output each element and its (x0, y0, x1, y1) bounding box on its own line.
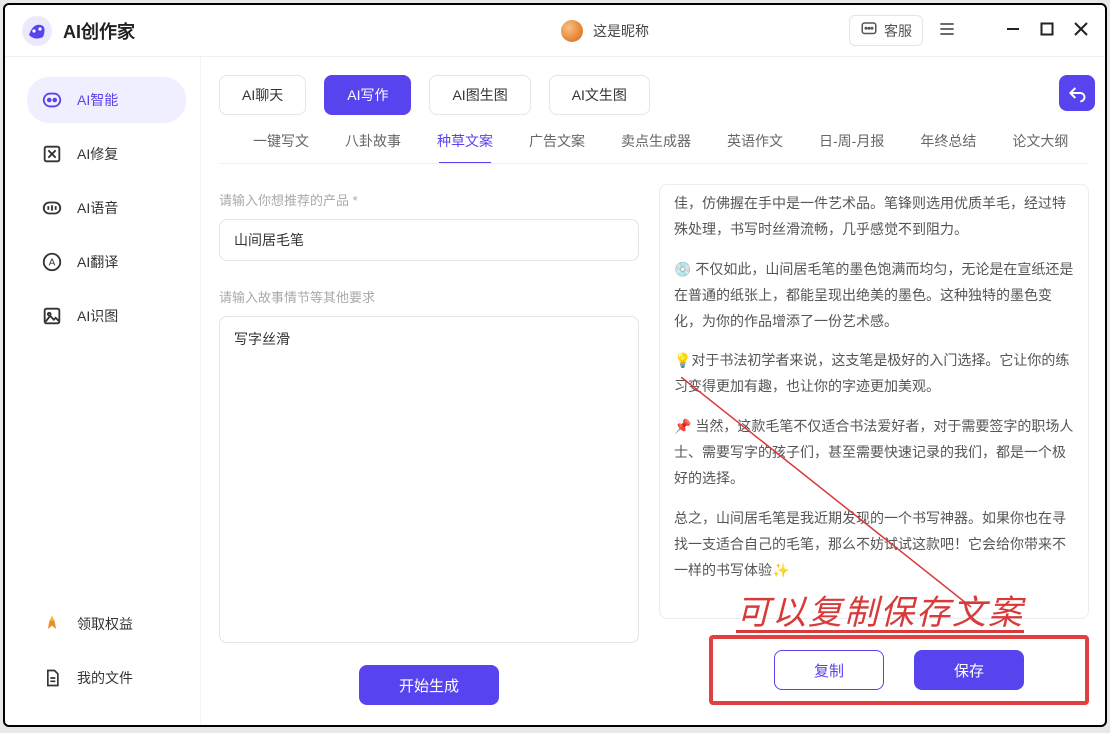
translate-icon: A (41, 251, 63, 273)
subtab-english-essay[interactable]: 英语作文 (723, 131, 787, 163)
save-button[interactable]: 保存 (914, 650, 1024, 690)
output-text: 佳，仿佛握在手中是一件艺术品。笔锋则选用优质羊毛，经过特殊处理，书写时丝滑流畅，… (674, 191, 1086, 612)
main-area: AI聊天 AI写作 AI图生图 AI文生图 一键写文 八卦故事 种草文案 广告文… (201, 57, 1105, 725)
sidebar-item-label: AI语音 (77, 198, 118, 218)
subtab-seeding-copy[interactable]: 种草文案 (433, 131, 497, 163)
subtab-year-summary[interactable]: 年终总结 (916, 131, 980, 163)
sidebar-item-files[interactable]: 我的文件 (27, 655, 186, 701)
sidebar-item-ai-repair[interactable]: AI修复 (27, 131, 186, 177)
medal-icon (41, 613, 63, 635)
subtab-thesis-outline[interactable]: 论文大纲 (1008, 131, 1072, 163)
input-column: 请输入你想推荐的产品 * 请输入故事情节等其他要求 开始生成 (219, 184, 639, 705)
customer-service-button[interactable]: 客服 (849, 15, 923, 46)
image-icon (41, 305, 63, 327)
subtab-quick-write[interactable]: 一键写文 (249, 131, 313, 163)
sidebar-item-label: AI修复 (77, 144, 118, 164)
sidebar-item-ai-translate[interactable]: A AI翻译 (27, 239, 186, 285)
tab-ai-write[interactable]: AI写作 (324, 75, 411, 115)
titlebar: AI创作家 这是昵称 客服 (5, 5, 1105, 57)
subtab-report[interactable]: 日-周-月报 (815, 131, 888, 163)
svg-text:A: A (49, 258, 56, 269)
sidebar-item-ai-voice[interactable]: AI语音 (27, 185, 186, 231)
app-window: AI创作家 这是昵称 客服 AI智能 AI修复 AI语音 (3, 3, 1107, 727)
sidebar-item-label: AI翻译 (77, 252, 118, 272)
generate-button[interactable]: 开始生成 (359, 665, 499, 705)
detail-field-label: 请输入故事情节等其他要求 (219, 287, 639, 306)
tab-ai-text2image[interactable]: AI文生图 (549, 75, 650, 115)
subtab-ad-copy[interactable]: 广告文案 (525, 131, 589, 163)
customer-service-label: 客服 (884, 21, 912, 41)
chat-icon (860, 20, 878, 41)
sidebar-item-label: AI智能 (77, 90, 118, 110)
product-field-label: 请输入你想推荐的产品 * (219, 190, 639, 209)
sidebar-item-ai-image[interactable]: AI识图 (27, 293, 186, 339)
file-icon (41, 667, 63, 689)
hamburger-menu-icon[interactable] (937, 19, 957, 42)
sidebar-item-ai-smart[interactable]: AI智能 (27, 77, 186, 123)
tab-ai-chat[interactable]: AI聊天 (219, 75, 306, 115)
detail-textarea[interactable] (219, 316, 639, 643)
secondary-tabs: 一键写文 八卦故事 种草文案 广告文案 卖点生成器 英语作文 日-周-月报 年终… (219, 131, 1089, 164)
repair-icon (41, 143, 63, 165)
output-column: 佳，仿佛握在手中是一件艺术品。笔锋则选用优质羊毛，经过特殊处理，书写时丝滑流畅，… (659, 184, 1089, 705)
sidebar-item-benefits[interactable]: 领取权益 (27, 601, 186, 647)
subtab-selling-points[interactable]: 卖点生成器 (617, 131, 695, 163)
app-logo (21, 15, 53, 47)
subtab-gossip[interactable]: 八卦故事 (341, 131, 405, 163)
action-highlight-box: 复制 保存 (709, 635, 1089, 705)
close-button[interactable] (1073, 21, 1089, 40)
sidebar-item-label: 领取权益 (77, 614, 133, 634)
maximize-button[interactable] (1039, 21, 1055, 40)
primary-tabs: AI聊天 AI写作 AI图生图 AI文生图 (219, 75, 1089, 115)
sidebar-item-label: AI识图 (77, 306, 118, 326)
voice-icon (41, 197, 63, 219)
sidebar: AI智能 AI修复 AI语音 A AI翻译 AI识图 领取权益 (5, 57, 201, 725)
copy-button[interactable]: 复制 (774, 650, 884, 690)
minimize-button[interactable] (1005, 21, 1021, 40)
user-nickname: 这是昵称 (593, 21, 649, 41)
app-title: AI创作家 (63, 18, 135, 44)
tab-ai-image2image[interactable]: AI图生图 (429, 75, 530, 115)
return-button[interactable] (1059, 75, 1095, 111)
sidebar-item-label: 我的文件 (77, 668, 133, 688)
sparkle-icon (41, 89, 63, 111)
user-avatar[interactable] (561, 20, 583, 42)
product-input[interactable] (219, 219, 639, 261)
